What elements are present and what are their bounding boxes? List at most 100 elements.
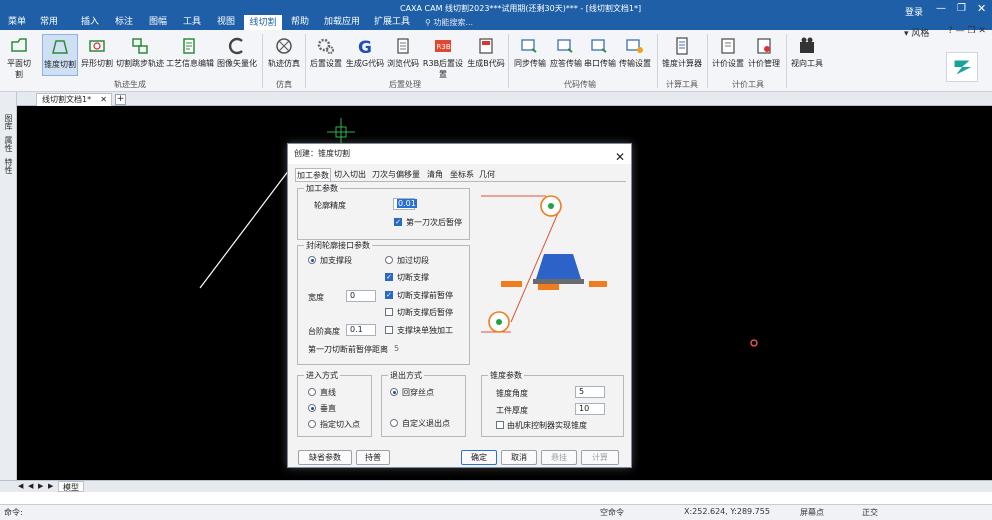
ribbon-sync-transfer[interactable]: 同步传输: [511, 34, 549, 76]
tab-view[interactable]: 视图: [212, 14, 240, 30]
app-logo: [946, 52, 978, 82]
restore-icon[interactable]: ❐: [957, 3, 966, 14]
entry-line-radio[interactable]: [308, 388, 316, 396]
dialog-title: 创建：锥度切割: [294, 149, 350, 158]
tab-passes-offset[interactable]: 刀次与偏移量: [369, 168, 423, 182]
add-support-radio[interactable]: [308, 256, 316, 264]
minimize-icon[interactable]: —: [936, 3, 946, 14]
tab-insert[interactable]: 插入: [76, 14, 104, 30]
calc-button[interactable]: 计算: [581, 450, 619, 465]
document-tab-label: 线切割文档1*: [42, 95, 92, 104]
ribbon-ack-transfer[interactable]: 应答传输: [549, 34, 583, 76]
ribbon-taper-cut[interactable]: 锥度切割: [42, 34, 78, 76]
closed-contour-group: 封闭轮廓接口参数 加支撑段 加过切段 ✓ 切断支撑 宽度 0 ✓ 切断支撑前暂停…: [297, 240, 470, 365]
side-tab-properties[interactable]: 属性: [3, 136, 14, 152]
add-cut-radio[interactable]: [385, 256, 393, 264]
tab-extend-tools[interactable]: 扩展工具: [370, 14, 414, 30]
ribbon-post-settings[interactable]: 后置设置: [308, 34, 344, 76]
nav-next-icon[interactable]: ▶: [38, 482, 43, 490]
tab-geometry[interactable]: 几何: [477, 168, 497, 182]
cut-support-checkbox[interactable]: ✓: [385, 273, 393, 281]
taper-angle-input[interactable]: 5: [575, 386, 605, 398]
contour-precision-input[interactable]: 0.01: [393, 198, 417, 210]
close-icon[interactable]: ✕: [977, 2, 986, 15]
nav-last-icon[interactable]: ▶: [48, 482, 53, 490]
cancel-button[interactable]: 取消: [501, 450, 537, 465]
vectorize-icon: [228, 37, 243, 55]
group-legend: 加工参数: [304, 183, 340, 194]
pause-first-pass-checkbox[interactable]: ✓: [394, 218, 402, 226]
exit-threading-point-radio[interactable]: [390, 388, 398, 396]
model-tab[interactable]: 模型: [58, 481, 84, 492]
keep-button[interactable]: 持普: [356, 450, 390, 465]
new-tab-button[interactable]: +: [115, 94, 126, 105]
ribbon-label: 切割跳步轨迹: [116, 59, 164, 68]
width-input[interactable]: 0: [346, 290, 376, 302]
side-tab-library[interactable]: 图库: [3, 114, 14, 130]
style-menu[interactable]: ▾ 风格: [904, 26, 929, 39]
tab-coordinate[interactable]: 坐标系: [448, 168, 476, 182]
login-link[interactable]: 登录: [905, 5, 923, 18]
hang-button[interactable]: 悬挂: [541, 450, 577, 465]
machine-taper-checkbox[interactable]: [496, 421, 504, 429]
side-tab-features[interactable]: 特性: [3, 158, 14, 174]
close-tab-icon[interactable]: ✕: [100, 94, 107, 106]
tab-load-app[interactable]: 加载应用: [320, 14, 364, 30]
plane-cut-icon: [11, 38, 27, 52]
ribbon-g-code[interactable]: G 生成G代码: [345, 34, 385, 76]
ribbon-browse-code[interactable]: 浏览代码: [386, 34, 420, 76]
group-legend: 锥度参数: [488, 370, 524, 381]
ribbon-plane-cut[interactable]: 平面切割: [4, 34, 34, 79]
ribbon-vectorize[interactable]: 图像矢量化: [216, 34, 258, 76]
tab-common[interactable]: 常用: [34, 14, 64, 30]
thickness-value: 10: [579, 404, 590, 413]
nav-prev-icon[interactable]: ◀: [28, 482, 33, 490]
feature-search[interactable]: ⚲ 功能搜索...: [425, 16, 545, 29]
ribbon-taper-calculator[interactable]: 锥度计算器: [660, 34, 704, 76]
ribbon-transfer-settings[interactable]: 传输设置: [617, 34, 653, 76]
tab-corner[interactable]: 清角: [424, 168, 446, 182]
help-icon[interactable]: ? — ❐ ✕: [948, 26, 986, 36]
post-settings-icon: [317, 38, 334, 54]
ribbon-r3b-settings[interactable]: R3B R3B后置设置: [420, 34, 466, 79]
tab-frame[interactable]: 图幅: [144, 14, 172, 30]
snap-mode[interactable]: 屏幕点: [800, 507, 824, 518]
tab-lead-in-out[interactable]: 切入切出: [332, 168, 368, 182]
exit-threading-point-label: 回穿丝点: [402, 388, 434, 397]
ribbon-process-edit[interactable]: 工艺信息编辑: [165, 34, 215, 76]
svg-text:G: G: [358, 38, 372, 56]
thickness-input[interactable]: 10: [575, 403, 605, 415]
ortho-mode[interactable]: 正交: [862, 507, 878, 518]
ok-button[interactable]: 确定: [461, 450, 497, 465]
entry-point-radio[interactable]: [308, 420, 316, 428]
step-height-input[interactable]: 0.1: [346, 324, 376, 336]
document-tab[interactable]: 线切割文档1* ✕: [36, 93, 112, 106]
ribbon-shape-cut[interactable]: 异形切割: [79, 34, 115, 76]
tab-help[interactable]: 帮助: [286, 14, 314, 30]
ribbon-price-settings[interactable]: 计价设置: [710, 34, 746, 76]
ribbon-view-tool[interactable]: 视向工具: [789, 34, 825, 76]
close-icon[interactable]: ✕: [615, 147, 625, 167]
ribbon-jump-track[interactable]: 切割跳步轨迹: [116, 34, 164, 76]
tab-wire-cut[interactable]: 线切割: [244, 13, 282, 30]
shape-cut-icon: [89, 40, 105, 52]
pause-after-cut-checkbox[interactable]: [385, 308, 393, 316]
ribbon-b-code[interactable]: 生成B代码: [466, 34, 506, 76]
title-bar: CAXA CAM 线切割2023***试用期(还剩30天)*** - [线切割文…: [0, 0, 992, 30]
pause-before-cut-checkbox[interactable]: ✓: [385, 291, 393, 299]
tab-tools[interactable]: 工具: [178, 14, 206, 30]
nav-first-icon[interactable]: ◀: [18, 482, 23, 490]
svg-text:R3B: R3B: [437, 43, 451, 51]
exit-custom-point-radio[interactable]: [390, 419, 398, 427]
defaults-button[interactable]: 缺省参数: [298, 450, 352, 465]
add-cut-label: 加过切段: [397, 256, 429, 265]
tab-process-params[interactable]: 加工参数: [295, 168, 331, 182]
tab-annotate[interactable]: 标注: [110, 14, 138, 30]
ribbon-serial-transfer[interactable]: 串口传输: [583, 34, 617, 76]
support-separate-checkbox[interactable]: [385, 326, 393, 334]
ribbon-simulate[interactable]: 轨迹仿真: [266, 34, 302, 76]
entry-vertical-radio[interactable]: [308, 404, 316, 412]
contour-precision-value: 0.01: [397, 199, 417, 208]
tab-menu[interactable]: 菜单: [4, 14, 30, 30]
ribbon-price-manage[interactable]: 计价管理: [746, 34, 782, 76]
